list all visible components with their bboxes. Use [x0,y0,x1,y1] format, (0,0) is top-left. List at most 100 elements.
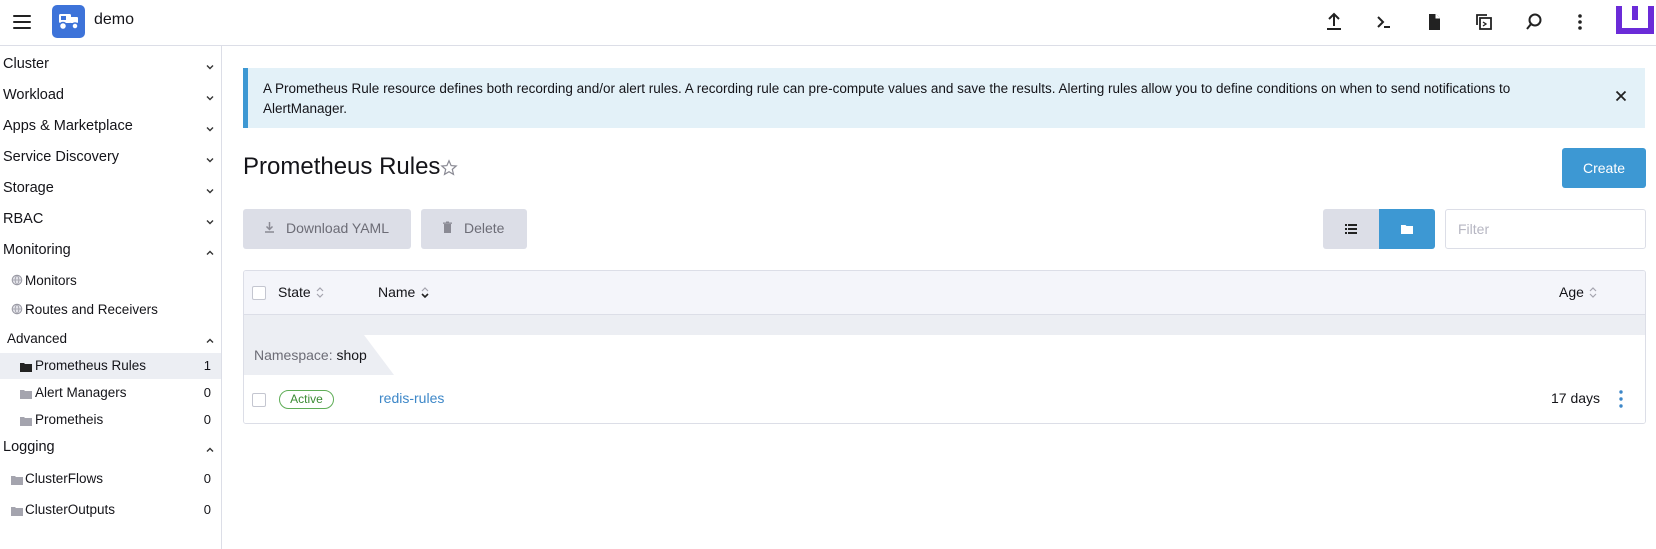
sidebar-item-prometheis[interactable]: Prometheis 0 [0,407,221,433]
top-header: demo [0,0,1656,46]
info-banner: A Prometheus Rule resource defines both … [243,68,1645,128]
more-vertical-icon[interactable] [1567,9,1593,35]
sidebar-item-monitors[interactable]: Monitors [0,268,221,294]
create-button[interactable]: Create [1562,148,1646,188]
nav-group-apps[interactable]: Apps & Marketplace [3,114,215,140]
sidebar-item-label: ClusterOutputs [25,502,116,517]
chevron-down-icon [205,91,215,101]
sidebar-item-count: 1 [203,358,211,373]
delete-button[interactable]: Delete [421,209,527,249]
trash-icon [441,221,454,234]
sidebar-item-label: Alert Managers [35,385,127,400]
nav-group-label: Monitoring [3,242,71,258]
filter-input[interactable] [1445,209,1646,249]
sidebar-item-count: 0 [203,412,211,427]
sidebar-item-count: 0 [203,471,211,486]
terminal-icon[interactable] [1371,9,1397,35]
button-label: Download YAML [286,220,389,236]
chevron-down-icon [205,122,215,132]
column-header-state[interactable]: State [278,284,311,300]
search-icon[interactable] [1521,9,1547,35]
upload-icon[interactable] [1321,9,1347,35]
nav-group-label: Service Discovery [3,149,120,165]
nav-group-label: Storage [3,180,54,196]
sidebar-item-count: 0 [203,385,211,400]
nav-group-label: Apps & Marketplace [3,118,133,134]
resources-table: State Name Age Namespace: shop Active re… [243,270,1646,424]
column-header-name[interactable]: Name [378,284,415,300]
copy-config-icon[interactable] [1471,9,1497,35]
chevron-down-icon [205,215,215,225]
sidebar-item-clusterflows[interactable]: ClusterFlows 0 [0,466,221,492]
sidebar-item-label: Monitors [25,273,77,288]
sidebar-item-prometheus-rules[interactable]: Prometheus Rules 1 [0,353,221,379]
download-icon [263,221,276,234]
sidebar-item-label: Prometheus Rules [35,358,147,373]
sort-icon[interactable] [421,286,429,299]
chevron-up-icon [205,443,215,453]
star-icon[interactable] [440,159,458,177]
list-icon [1345,224,1357,234]
folder-icon [11,473,23,485]
app-logo[interactable] [52,5,85,38]
sidebar-item-count: 0 [203,502,211,517]
nav-subgroup-label: Advanced [7,331,68,346]
nav-group-monitoring[interactable]: Monitoring [3,238,215,264]
folder-icon [1401,225,1413,234]
folder-icon [20,387,32,399]
sidebar-item-alert-managers[interactable]: Alert Managers 0 [0,380,221,406]
nav-group-label: RBAC [3,211,44,227]
nav-group-cluster[interactable]: Cluster [3,52,215,78]
select-all-checkbox[interactable] [252,286,266,300]
folder-icon [20,360,32,372]
status-badge: Active [279,390,334,409]
row-checkbox[interactable] [252,393,266,407]
namespace-group-row: Namespace: shop [244,315,1645,375]
column-header-age[interactable]: Age [1559,284,1584,300]
chevron-down-icon [205,60,215,70]
sort-icon[interactable] [316,286,324,299]
nav-group-service-discovery[interactable]: Service Discovery [3,145,215,171]
sidebar: Cluster Workload Apps & Marketplace Serv… [0,46,222,549]
close-icon[interactable] [1613,88,1629,104]
folder-icon [11,504,23,516]
sidebar-item-routes-and-receivers[interactable]: Routes and Receivers [0,297,221,323]
download-yaml-button[interactable]: Download YAML [243,209,411,249]
folder-icon [20,414,32,426]
globe-icon [11,303,23,315]
chevron-down-icon [205,184,215,194]
user-avatar[interactable] [1616,2,1654,38]
namespace-value: shop [336,347,367,363]
nav-group-storage[interactable]: Storage [3,176,215,202]
flat-list-toggle[interactable] [1323,209,1379,249]
chevron-up-icon [205,246,215,256]
row-actions-icon[interactable] [1614,388,1628,410]
nav-group-logging[interactable]: Logging [3,435,215,461]
namespace-prefix: Namespace: [254,347,333,363]
resource-name-link[interactable]: redis-rules [379,390,444,406]
sidebar-item-label: Prometheis [35,412,104,427]
table-header: State Name Age [244,271,1645,315]
table-row[interactable]: Active redis-rules 17 days [244,375,1645,423]
sidebar-item-clusteroutputs[interactable]: ClusterOutputs 0 [0,497,221,523]
file-icon[interactable] [1421,9,1447,35]
chevron-up-icon [205,334,215,344]
namespace-group-label: Namespace: shop [254,347,367,363]
group-by-namespace-toggle[interactable] [1379,209,1435,249]
nav-group-label: Workload [3,87,64,103]
nav-group-rbac[interactable]: RBAC [3,207,215,233]
cluster-name[interactable]: demo [94,11,134,29]
chevron-down-icon [205,153,215,163]
sort-icon[interactable] [1589,286,1597,299]
sidebar-item-label: Routes and Receivers [25,302,158,317]
globe-icon [11,274,23,286]
nav-subgroup-advanced[interactable]: Advanced [7,326,215,352]
menu-icon[interactable] [10,10,34,34]
banner-text: A Prometheus Rule resource defines both … [263,81,1511,116]
group-separator [244,315,1645,335]
button-label: Delete [464,220,505,236]
sidebar-item-label: ClusterFlows [25,471,104,486]
nav-group-label: Cluster [3,56,49,72]
nav-group-workload[interactable]: Workload [3,83,215,109]
row-age: 17 days [1551,390,1601,406]
